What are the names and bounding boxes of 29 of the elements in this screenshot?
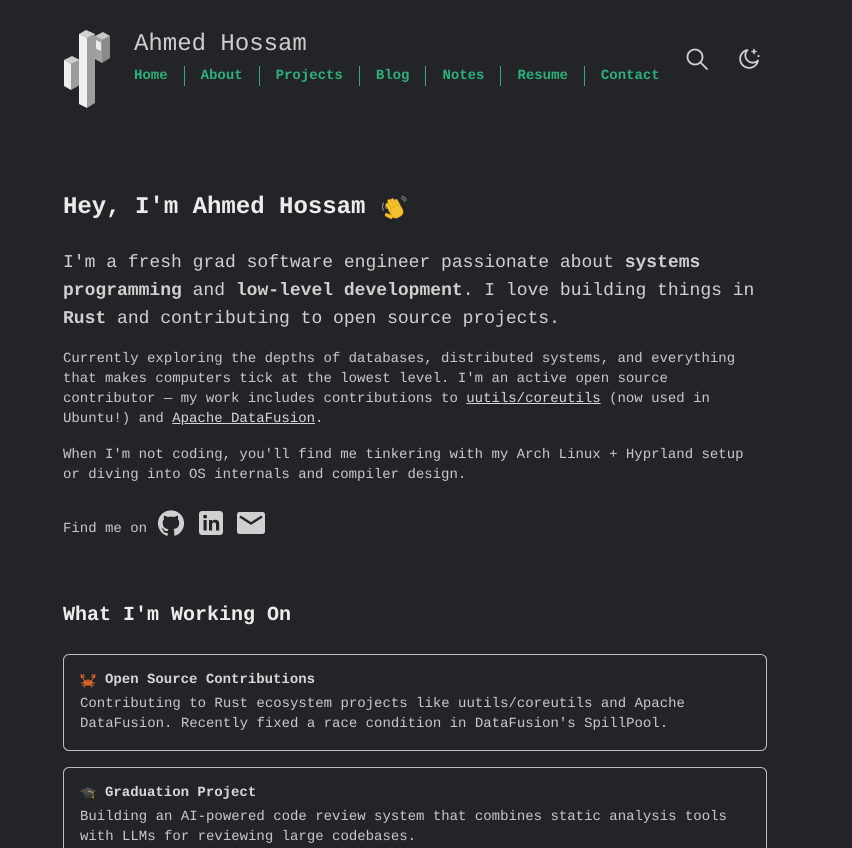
email-icon[interactable] <box>237 512 266 534</box>
nav-link[interactable]: Home <box>134 66 168 86</box>
nav-link[interactable]: About <box>200 66 243 86</box>
text-link[interactable]: uutils/coreutils <box>466 391 601 407</box>
bio-paragraph: Currently exploring the depths of databases, distributed systems, and everything that makes computers tick at the lowest level. I'm an active open source contributor — my work includes contributions to uutils/coreutils (now used in Ubuntu!) and Apache DataFusion. <box>63 350 736 429</box>
nav-link[interactable]: Notes <box>442 66 484 86</box>
intro-paragraph: I'm a fresh grad software engineer passionate about systems programming and low-level development. I love building things in Rust and contributing to open source projects. <box>63 252 756 331</box>
graduation-cap-icon <box>80 785 96 801</box>
theme-toggle-icon[interactable] <box>737 47 761 71</box>
card-title: Graduation Project <box>105 784 256 803</box>
bio-paragraph: When I'm not coding, you'll find me tinkering with my Arch Linux + Hyprland setup or diving into OS internals and compiler design. <box>63 446 745 485</box>
card-title: Open Source Contributions <box>105 671 316 690</box>
section-heading: What I'm Working On <box>63 603 292 629</box>
logo-icon[interactable] <box>63 27 111 109</box>
github-icon[interactable] <box>158 510 184 536</box>
page-heading: Hey, I'm Ahmed Hossam <box>63 193 366 223</box>
nav-link[interactable]: Projects <box>276 66 343 86</box>
nav-link[interactable]: Contact <box>600 66 660 86</box>
crab-icon <box>80 672 96 688</box>
card-description: Building an AI-powered code review system that combines static analysis tools with LLMs for reviewing large codebases. <box>80 808 728 847</box>
search-icon[interactable] <box>685 47 709 71</box>
nav-link[interactable]: Resume <box>517 66 568 86</box>
find-me-label: Find me on <box>63 520 148 539</box>
nav-link[interactable]: Blog <box>376 66 410 86</box>
site-title: Ahmed Hossam <box>134 30 308 60</box>
linkedin-icon[interactable] <box>199 511 224 535</box>
card-description: Contributing to Rust ecosystem projects like uutils/coreutils and Apache DataFusion. Recently fixed a race condition in DataFusion's SpillPool. <box>80 695 686 734</box>
waving-hand-icon <box>381 195 408 221</box>
text-link[interactable]: Apache DataFusion <box>172 411 316 427</box>
